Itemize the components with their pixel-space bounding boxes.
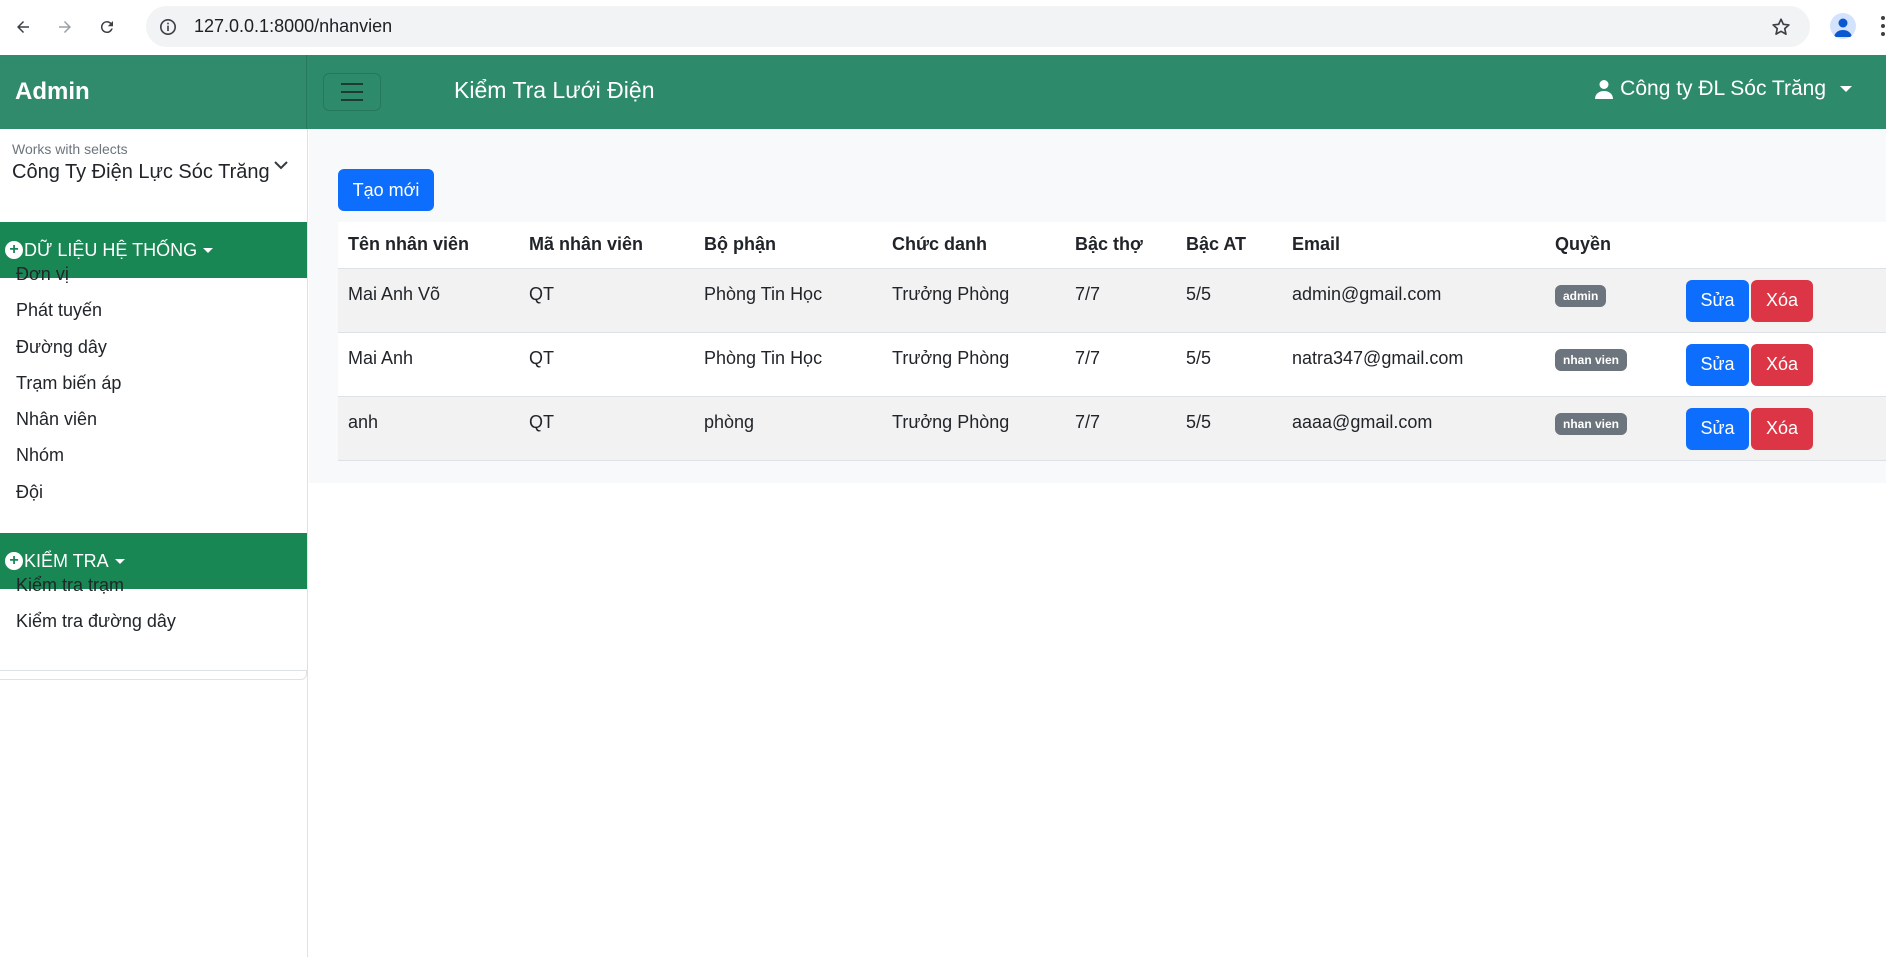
user-dropdown[interactable]: Công ty ĐL Sóc Trăng: [1594, 77, 1852, 101]
section-title: KIỂM TRA: [24, 550, 109, 571]
sidebar-item-don-vi[interactable]: Đơn vị: [16, 264, 69, 285]
cell-bac-tho: 7/7: [1065, 396, 1176, 461]
role-badge: nhan vien: [1555, 412, 1628, 435]
cell-actions: Sửa Xóa: [1676, 332, 1886, 397]
column-header: Bậc thợ: [1065, 222, 1176, 269]
table-header-row: Tên nhân viên Mã nhân viên Bộ phận Chức …: [338, 222, 1886, 269]
page-title: Kiểm Tra Lưới Điện: [454, 77, 655, 103]
cell-dept: Phòng Tin Học: [694, 332, 882, 397]
main-content: Tạo mới Tên nhân viên Mã nhân viên Bộ ph…: [309, 129, 1886, 483]
delete-button[interactable]: Xóa: [1751, 407, 1813, 450]
sidebar-item-kiem-tra-duong-day[interactable]: Kiểm tra đường dây: [16, 611, 176, 632]
cell-bac-at: 5/5: [1176, 268, 1282, 333]
cell-code: QT: [519, 268, 694, 333]
cell-bac-tho: 7/7: [1065, 268, 1176, 333]
brand-logo[interactable]: Admin: [0, 55, 307, 129]
cell-name: anh: [338, 396, 519, 461]
sidebar-item-nhom[interactable]: Nhóm: [16, 445, 64, 466]
cell-dept: phòng: [694, 396, 882, 461]
plus-circle-icon: +: [5, 241, 23, 259]
sidebar-item-nhan-vien[interactable]: Nhân viên: [16, 409, 97, 430]
caret-down-icon: [203, 247, 214, 253]
sidebar-item-kiem-tra-tram[interactable]: Kiểm tra trạm: [16, 575, 124, 596]
column-header: Tên nhân viên: [338, 222, 519, 269]
hamburger-line: [341, 83, 363, 85]
cell-code: QT: [519, 396, 694, 461]
create-button[interactable]: Tạo mới: [338, 169, 434, 211]
user-icon: [1595, 80, 1614, 99]
plus-circle-icon: +: [5, 552, 23, 570]
cell-role: nhan vien: [1545, 332, 1676, 397]
cell-bac-at: 5/5: [1176, 332, 1282, 397]
employee-table: Tên nhân viên Mã nhân viên Bộ phận Chức …: [338, 222, 1886, 461]
chevron-down-icon: [274, 161, 288, 170]
browser-toolbar: 127.0.0.1:8000/nhanvien: [0, 0, 1890, 54]
edit-button[interactable]: Sửa: [1686, 343, 1749, 386]
column-header: Mã nhân viên: [519, 222, 694, 269]
column-header: Bộ phận: [694, 222, 882, 269]
cell-actions: Sửa Xóa: [1676, 268, 1886, 333]
sidebar-divider: [0, 670, 307, 680]
cell-name: Mai Anh: [338, 332, 519, 397]
forward-arrow-icon[interactable]: [54, 16, 76, 38]
cell-code: QT: [519, 332, 694, 397]
edit-button[interactable]: Sửa: [1686, 279, 1749, 322]
section-title: DỮ LIỆU HỆ THỐNG: [24, 239, 198, 260]
cell-title: Trưởng Phòng: [882, 268, 1065, 333]
site-info-icon[interactable]: [158, 17, 178, 37]
delete-button[interactable]: Xóa: [1751, 279, 1813, 322]
table-row: Mai Anh QT Phòng Tin Học Trưởng Phòng 7/…: [338, 332, 1886, 397]
sidebar-toggle-button[interactable]: [323, 73, 381, 111]
role-badge: admin: [1555, 284, 1607, 307]
role-badge: nhan vien: [1555, 348, 1628, 371]
sidebar-item-doi[interactable]: Đội: [16, 482, 43, 503]
column-header: [1676, 222, 1886, 269]
address-bar[interactable]: 127.0.0.1:8000/nhanvien: [146, 6, 1810, 47]
column-header: Email: [1282, 222, 1545, 269]
caret-down-icon: [114, 558, 125, 564]
sidebar-item-tram-bien-ap[interactable]: Trạm biến áp: [16, 373, 121, 394]
app-root: Admin Kiểm Tra Lưới Điện Công ty ĐL Sóc …: [0, 55, 1890, 957]
cell-email: aaaa@gmail.com: [1282, 396, 1545, 461]
select-value: Công Ty Điện Lực Sóc Trăng: [12, 161, 270, 183]
sidebar: Works with selects Công Ty Điện Lực Sóc …: [0, 129, 308, 957]
table-row: Mai Anh Võ QT Phòng Tin Học Trưởng Phòng…: [338, 268, 1886, 333]
cell-role: nhan vien: [1545, 396, 1676, 461]
cell-dept: Phòng Tin Học: [694, 268, 882, 333]
user-name: Công ty ĐL Sóc Trăng: [1620, 77, 1826, 100]
back-arrow-icon[interactable]: [12, 16, 34, 38]
cell-email: natra347@gmail.com: [1282, 332, 1545, 397]
top-navbar: Admin Kiểm Tra Lưới Điện Công ty ĐL Sóc …: [0, 55, 1886, 129]
delete-button[interactable]: Xóa: [1751, 343, 1813, 386]
cell-title: Trưởng Phòng: [882, 396, 1065, 461]
cell-bac-tho: 7/7: [1065, 332, 1176, 397]
hamburger-line: [341, 99, 363, 101]
cell-title: Trưởng Phòng: [882, 332, 1065, 397]
sidebar-item-phat-tuyen[interactable]: Phát tuyến: [16, 300, 102, 321]
unit-select[interactable]: Works with selects Công Ty Điện Lực Sóc …: [0, 129, 307, 200]
reload-icon[interactable]: [96, 16, 118, 38]
cell-email: admin@gmail.com: [1282, 268, 1545, 333]
bookmark-star-icon[interactable]: [1770, 16, 1792, 38]
column-header: Quyền: [1545, 222, 1676, 269]
cell-role: admin: [1545, 268, 1676, 333]
sidebar-item-duong-day[interactable]: Đường dây: [16, 337, 107, 358]
profile-avatar-icon[interactable]: [1830, 13, 1856, 39]
edit-button[interactable]: Sửa: [1686, 407, 1749, 450]
column-header: Chức danh: [882, 222, 1065, 269]
column-header: Bậc AT: [1176, 222, 1282, 269]
table-row: anh QT phòng Trưởng Phòng 7/7 5/5 aaaa@g…: [338, 396, 1886, 461]
cell-actions: Sửa Xóa: [1676, 396, 1886, 461]
cell-name: Mai Anh Võ: [338, 268, 519, 333]
hamburger-line: [341, 91, 363, 93]
cell-bac-at: 5/5: [1176, 396, 1282, 461]
caret-down-icon: [1840, 86, 1852, 92]
select-label: Works with selects: [12, 141, 128, 157]
url-text[interactable]: 127.0.0.1:8000/nhanvien: [194, 16, 392, 37]
browser-menu-icon[interactable]: [1880, 14, 1886, 38]
